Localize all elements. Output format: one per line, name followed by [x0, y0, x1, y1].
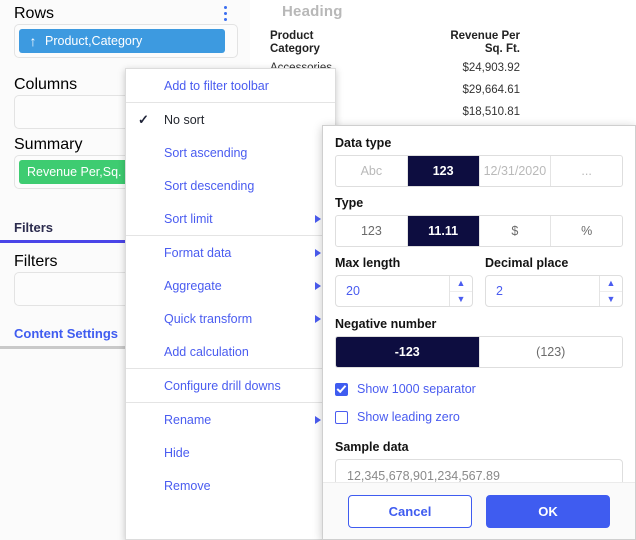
- max-length-stepper[interactable]: 20 ▲ ▼: [335, 275, 473, 307]
- report-heading: Heading: [282, 3, 343, 20]
- sample-data-label: Sample data: [335, 440, 623, 454]
- dialog-footer: Cancel OK: [323, 482, 635, 539]
- decimal-place-stepper[interactable]: 2 ▲ ▼: [485, 275, 623, 307]
- menu-item-sort-ascending[interactable]: Sort ascending: [126, 136, 335, 169]
- arrow-up-icon: ↑: [27, 34, 39, 48]
- data-type-option-abc[interactable]: Abc: [336, 156, 408, 186]
- check-icon: ✓: [138, 112, 149, 128]
- data-type-segmented-control[interactable]: Abc 123 12/31/2020 ...: [335, 155, 623, 187]
- type-option-percent[interactable]: %: [551, 216, 622, 246]
- chevron-right-icon: [315, 215, 321, 223]
- stepper-up-icon[interactable]: ▲: [600, 276, 622, 292]
- decimal-place-value[interactable]: 2: [486, 276, 599, 306]
- type-option-integer[interactable]: 123: [336, 216, 408, 246]
- menu-item-configure-drill-downs[interactable]: Configure drill downs: [126, 369, 335, 402]
- data-type-label: Data type: [335, 136, 623, 150]
- menu-item-hide[interactable]: Hide: [126, 436, 335, 469]
- data-type-option-number[interactable]: 123: [408, 156, 480, 186]
- max-length-label: Max length: [335, 256, 473, 270]
- chevron-right-icon: [315, 282, 321, 290]
- sample-data-value: 12,345,678,901,234,567.89: [347, 469, 500, 483]
- chevron-right-icon: [315, 315, 321, 323]
- field-context-menu[interactable]: Add to filter toolbar ✓ No sort Sort asc…: [125, 68, 336, 540]
- max-length-value[interactable]: 20: [336, 276, 449, 306]
- tab-filters[interactable]: Filters: [14, 220, 53, 235]
- menu-item-add-calculation[interactable]: Add calculation: [126, 335, 335, 368]
- type-option-decimal[interactable]: 11.11: [408, 216, 480, 246]
- data-type-option-date[interactable]: 12/31/2020: [480, 156, 552, 186]
- cancel-button[interactable]: Cancel: [348, 495, 472, 528]
- summary-section-label: Summary: [14, 136, 82, 154]
- stepper-up-icon[interactable]: ▲: [450, 276, 472, 292]
- decimal-place-label: Decimal place: [485, 256, 623, 270]
- tab-content-settings[interactable]: Content Settings: [14, 326, 118, 341]
- menu-item-format-data[interactable]: Format data: [126, 236, 335, 269]
- negative-number-label: Negative number: [335, 317, 623, 331]
- rows-section-label: Rows: [14, 5, 54, 23]
- format-data-dialog: Data type Abc 123 12/31/2020 ... Type 12…: [322, 125, 636, 540]
- type-segmented-control[interactable]: 123 11.11 $ %: [335, 215, 623, 247]
- negative-number-option-parens[interactable]: (123): [480, 337, 623, 367]
- menu-item-sort-descending[interactable]: Sort descending: [126, 169, 335, 202]
- data-type-option-more[interactable]: ...: [551, 156, 622, 186]
- summary-chip-revenue[interactable]: Revenue Per,Sq. Ft.: [19, 160, 142, 184]
- decimal-place-stepper-buttons[interactable]: ▲ ▼: [599, 276, 622, 306]
- stepper-down-icon[interactable]: ▼: [600, 292, 622, 307]
- type-label: Type: [335, 196, 623, 210]
- rows-chip-product-category[interactable]: ↑ Product,Category: [19, 29, 225, 53]
- columns-section-label: Columns: [14, 76, 77, 94]
- show-leading-zero-row[interactable]: Show leading zero: [335, 404, 623, 430]
- filters-field-label: Filters: [14, 253, 58, 271]
- format-data-dialog-body: Data type Abc 123 12/31/2020 ... Type 12…: [323, 126, 635, 492]
- rows-dropwell[interactable]: ↑ Product,Category: [14, 24, 238, 58]
- stepper-down-icon[interactable]: ▼: [450, 292, 472, 307]
- menu-item-no-sort[interactable]: ✓ No sort: [126, 103, 335, 136]
- show-1000-separator-row[interactable]: Show 1000 separator: [335, 376, 623, 402]
- menu-item-rename[interactable]: Rename: [126, 403, 335, 436]
- rows-chip-label: Product,Category: [45, 34, 142, 48]
- menu-item-aggregate[interactable]: Aggregate: [126, 269, 335, 302]
- negative-number-option-minus[interactable]: -123: [336, 337, 480, 367]
- show-leading-zero-label: Show leading zero: [357, 410, 460, 424]
- menu-item-quick-transform[interactable]: Quick transform: [126, 302, 335, 335]
- type-option-currency[interactable]: $: [480, 216, 552, 246]
- ok-button[interactable]: OK: [486, 495, 610, 528]
- chevron-right-icon: [315, 249, 321, 257]
- kebab-menu-icon[interactable]: [224, 6, 227, 21]
- show-leading-zero-checkbox[interactable]: [335, 411, 348, 424]
- show-1000-separator-checkbox[interactable]: [335, 383, 348, 396]
- menu-item-sort-limit[interactable]: Sort limit: [126, 202, 335, 235]
- negative-number-segmented-control[interactable]: -123 (123): [335, 336, 623, 368]
- column-header-product-category[interactable]: Product Category: [270, 30, 380, 56]
- show-1000-separator-label: Show 1000 separator: [357, 382, 476, 396]
- max-length-stepper-buttons[interactable]: ▲ ▼: [449, 276, 472, 306]
- menu-item-remove[interactable]: Remove: [126, 469, 335, 502]
- summary-chip-label: Revenue Per,Sq. Ft.: [27, 165, 140, 179]
- column-header-revenue[interactable]: Revenue Per Sq. Ft.: [390, 30, 520, 56]
- menu-item-add-to-filter-toolbar[interactable]: Add to filter toolbar: [126, 69, 335, 102]
- chevron-right-icon: [315, 416, 321, 424]
